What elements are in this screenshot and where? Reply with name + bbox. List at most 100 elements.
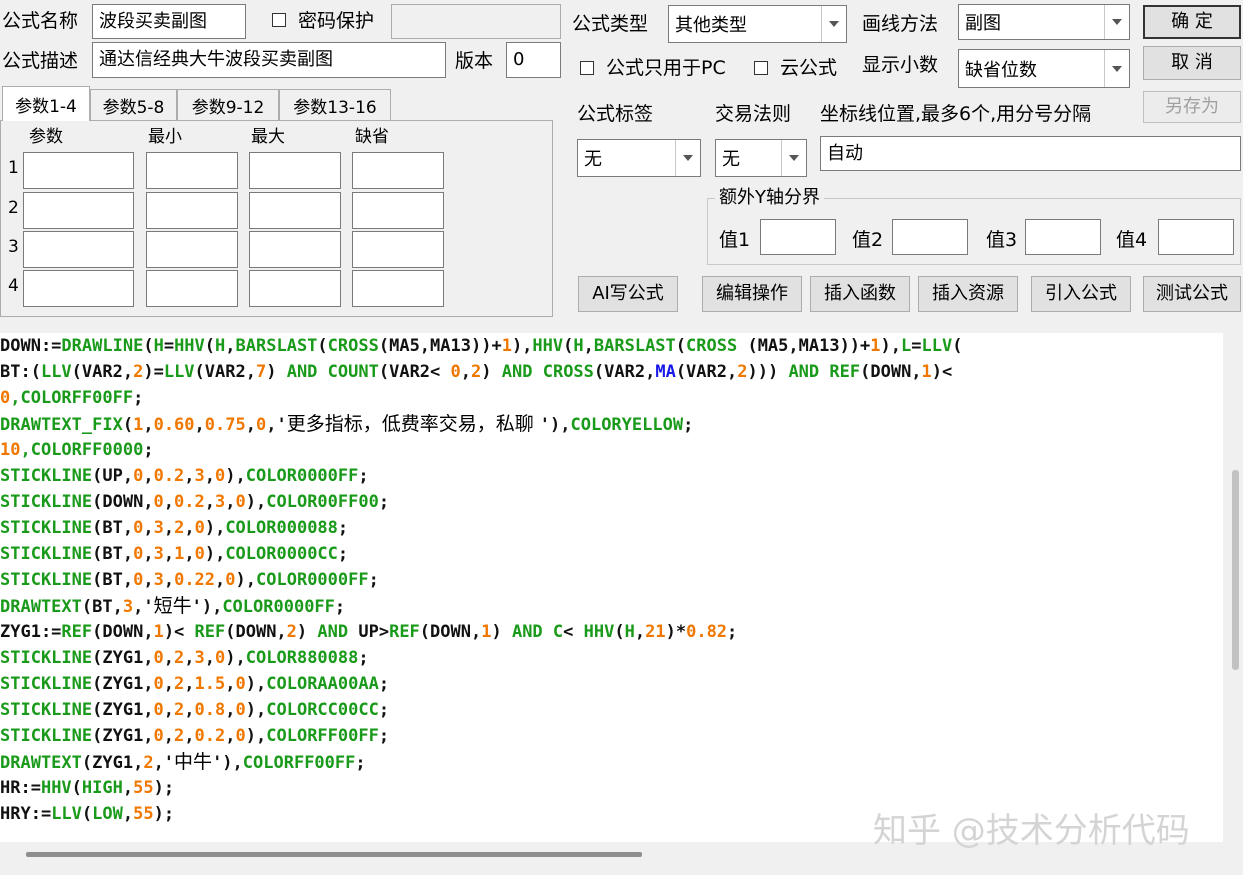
code-token: ; (143, 440, 154, 460)
code-token: ) (481, 362, 502, 382)
extra-y-label-4: 值4 (1116, 229, 1148, 251)
test-formula-button[interactable]: 测试公式 (1143, 276, 1241, 312)
code-token: ,' (153, 753, 175, 773)
chevron-down-icon[interactable] (675, 140, 700, 176)
code-token: ; (337, 518, 349, 538)
param-name-input[interactable] (23, 152, 134, 189)
code-token: , (143, 544, 154, 564)
insert-resource-button[interactable]: 插入资源 (918, 276, 1018, 312)
edit-ops-button[interactable]: 编辑操作 (702, 276, 802, 312)
param-max-input[interactable] (249, 152, 341, 189)
decimals-select[interactable]: 缺省位数 (958, 49, 1130, 88)
ai-write-button[interactable]: AI写公式 (578, 276, 678, 312)
code-token: ,COLORFF00FF (10, 388, 134, 408)
cloud-checkbox[interactable] (754, 61, 768, 75)
code-token: STICKLINE (0, 648, 93, 668)
tab-params-13-16[interactable]: 参数13-16 (279, 89, 391, 121)
code-token: 3 (215, 492, 226, 512)
code-token: , (184, 726, 195, 746)
param-max-input[interactable] (249, 270, 341, 307)
rule-select[interactable]: 无 (715, 139, 807, 177)
password-input[interactable] (391, 4, 561, 39)
code-line: ZYG1:=REF(DOWN,1)< REF(DOWN,2) AND UP>RE… (0, 619, 1223, 645)
password-label: 密码保护 (298, 10, 375, 32)
code-token: COLOR880088 (245, 648, 359, 668)
code-token: , (184, 674, 195, 694)
code-token: (DOWN, (860, 362, 922, 382)
param-default-input[interactable] (352, 270, 444, 307)
code-token: , (122, 778, 134, 798)
tab-params-9-12[interactable]: 参数9-12 (177, 89, 279, 121)
code-token: = (163, 336, 175, 356)
formula-name-input[interactable]: 波段买卖副图 (92, 4, 246, 39)
param-default-input[interactable] (352, 231, 444, 268)
formula-type-select[interactable]: 其他类型 (668, 5, 847, 43)
code-token: 0 (235, 674, 246, 694)
param-min-input[interactable] (146, 152, 238, 189)
axis-input[interactable]: 自动 (820, 136, 1241, 171)
code-token: ; (378, 700, 390, 720)
code-token: REF (194, 622, 226, 642)
draw-method-select[interactable]: 副图 (958, 4, 1130, 40)
code-token: LLV (163, 362, 195, 382)
code-token: ( (317, 336, 328, 356)
vertical-scrollbar[interactable] (1232, 470, 1239, 670)
code-token: 0 (215, 648, 226, 668)
formula-desc-input[interactable]: 通达信经典大牛波段买卖副图 (92, 42, 446, 78)
decimals-value: 缺省位数 (965, 59, 1037, 81)
import-formula-button[interactable]: 引入公式 (1031, 276, 1131, 312)
ok-button[interactable]: 确 定 (1143, 5, 1241, 39)
chevron-down-icon[interactable] (1104, 50, 1129, 87)
code-token: AND (788, 362, 820, 382)
param-min-input[interactable] (146, 192, 238, 229)
tab-params-5-8[interactable]: 参数5-8 (90, 89, 177, 121)
extra-y-input-3[interactable] (1025, 219, 1101, 255)
param-min-input[interactable] (146, 270, 238, 307)
pc-only-checkbox[interactable] (580, 61, 594, 75)
code-token: = (911, 336, 922, 356)
version-input[interactable]: 0 (506, 42, 561, 78)
code-editor[interactable]: DOWN:=DRAWLINE(H=HHV(H,BARSLAST(CROSS(MA… (0, 333, 1223, 842)
extra-y-input-4[interactable] (1158, 219, 1234, 255)
cancel-button[interactable]: 取 消 (1143, 46, 1241, 80)
code-token: 0 (133, 570, 144, 590)
param-name-input[interactable] (23, 270, 134, 307)
code-token: DOWN:= (0, 336, 62, 356)
extra-y-input-1[interactable] (760, 219, 836, 255)
code-token: 0 (194, 518, 205, 538)
insert-function-button[interactable]: 插入函数 (810, 276, 910, 312)
param-name-input[interactable] (23, 192, 134, 229)
extra-y-input-2[interactable] (892, 219, 968, 255)
code-token: , (225, 674, 236, 694)
code-token: COLORYELLOW (570, 415, 684, 435)
chevron-down-icon[interactable] (1104, 5, 1129, 39)
chevron-down-icon[interactable] (781, 140, 806, 176)
code-token: ), (245, 492, 267, 512)
code-token: (VAR2, (194, 362, 256, 382)
save-as-button[interactable]: 另存为 (1143, 91, 1241, 123)
param-max-input[interactable] (249, 192, 341, 229)
code-token: (VAR2, (71, 362, 134, 382)
code-token: STICKLINE (0, 700, 93, 720)
code-token: , (634, 622, 646, 642)
tab-params-1-4[interactable]: 参数1-4 (2, 86, 90, 121)
chevron-down-icon[interactable] (821, 6, 846, 42)
param-name-input[interactable] (23, 231, 134, 268)
code-token: HHV (583, 622, 615, 642)
horizontal-scrollbar[interactable] (26, 852, 642, 857)
param-default-input[interactable] (352, 192, 444, 229)
code-token: LLV (40, 362, 72, 382)
tag-select[interactable]: 无 (577, 139, 701, 177)
code-token: 55 (133, 778, 154, 798)
code-token: ), (225, 466, 246, 486)
code-token: (DOWN, (92, 492, 154, 512)
code-token: '), (539, 415, 571, 435)
password-checkbox[interactable] (272, 13, 286, 27)
code-line: DOWN:=DRAWLINE(H=HHV(H,BARSLAST(CROSS(MA… (0, 333, 1223, 359)
code-token: BARSLAST (593, 336, 676, 356)
param-min-input[interactable] (146, 231, 238, 268)
code-token: ,COLORFF0000 (20, 440, 144, 460)
rule-label: 交易法则 (715, 103, 792, 125)
param-max-input[interactable] (249, 231, 341, 268)
param-default-input[interactable] (352, 152, 444, 189)
